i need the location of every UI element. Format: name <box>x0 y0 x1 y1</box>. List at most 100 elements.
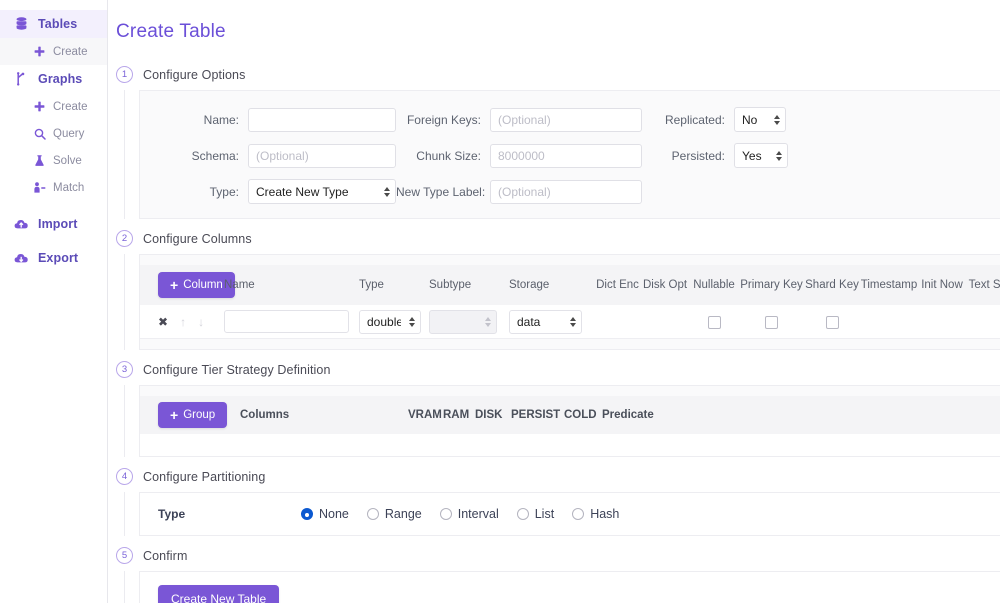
partitioning-type-label: Type <box>158 507 301 521</box>
sidebar: Tables Create Graphs <box>0 0 108 603</box>
step-configure-partitioning: 4 Configure Partitioning Type None <box>108 457 1000 536</box>
radio-indicator[interactable] <box>517 508 529 520</box>
tier-header-columns: Columns <box>228 409 408 421</box>
column-storage-select[interactable]: data <box>509 310 582 334</box>
step-configure-columns: 2 Configure Columns + Column N <box>108 219 1000 350</box>
name-input[interactable] <box>248 108 396 132</box>
sidebar-item-label: Create <box>53 46 88 58</box>
confirm-body: Create New Table <box>140 572 1000 603</box>
partitioning-option-hash[interactable]: Hash <box>572 507 619 521</box>
sidebar-item-label: Create <box>53 101 88 113</box>
column-primary-key-cell <box>739 314 804 329</box>
sidebar-item-tables[interactable]: Tables <box>0 10 107 38</box>
columns-panel: + Column Name Type Subtype Storage Dict … <box>139 254 1000 350</box>
graph-icon <box>14 72 29 87</box>
step-number: 4 <box>116 468 133 485</box>
step-configure-tier-strategy: 3 Configure Tier Strategy Definition + G… <box>108 350 1000 457</box>
move-up-icon[interactable]: ↑ <box>180 316 186 328</box>
sidebar-item-import[interactable]: Import <box>0 210 107 238</box>
name-label: Name: <box>140 113 248 127</box>
radio-indicator[interactable] <box>572 508 584 520</box>
column-header-disk-opt: Disk Opt <box>641 279 689 291</box>
primary-key-checkbox[interactable] <box>765 316 778 329</box>
add-group-button[interactable]: + Group <box>158 402 227 428</box>
options-grid: Name: Foreign Keys: Replicated: No <box>140 105 1000 204</box>
step-header: 4 Configure Partitioning <box>108 457 1000 492</box>
partitioning-radio-group: None Range Interval <box>301 507 619 521</box>
chunk-size-label: Chunk Size: <box>396 149 490 163</box>
step-body: Name: Foreign Keys: Replicated: No <box>124 90 1000 219</box>
type-select[interactable]: Create New Type <box>248 179 396 204</box>
sidebar-item-tables-create[interactable]: Create <box>0 38 107 65</box>
sidebar-item-label: Export <box>38 251 78 265</box>
tier-strategy-empty-rows <box>140 434 1000 456</box>
app-root: Tables Create Graphs <box>0 0 1000 603</box>
foreign-keys-input[interactable] <box>490 108 642 132</box>
chunk-size-input[interactable] <box>490 144 642 168</box>
move-down-icon[interactable]: ↓ <box>198 316 204 328</box>
replicated-label: Replicated: <box>642 113 734 127</box>
main-content: Create Table 1 Configure Options Name: F… <box>108 0 1000 603</box>
sidebar-item-export[interactable]: Export <box>0 244 107 272</box>
delete-column-icon[interactable]: ✖ <box>158 316 168 328</box>
radio-indicator[interactable] <box>301 508 313 520</box>
sidebar-item-graphs-create[interactable]: Create <box>0 93 107 120</box>
new-type-label-input[interactable] <box>490 180 642 204</box>
foreign-keys-label: Foreign Keys: <box>396 113 490 127</box>
column-header-dict-enc: Dict Enc <box>594 279 641 291</box>
column-shard-key-cell <box>804 314 860 329</box>
step-body: + Group Columns VRAM RAM DISK PERSIST CO… <box>124 385 1000 457</box>
sidebar-item-solve[interactable]: Solve <box>0 147 107 174</box>
column-header-nullable: Nullable <box>689 279 739 291</box>
step-configure-options: 1 Configure Options Name: Foreign Keys: … <box>108 55 1000 219</box>
schema-input[interactable] <box>248 144 396 168</box>
replicated-select[interactable]: No <box>734 107 786 132</box>
tier-header-persist: PERSIST <box>511 409 564 421</box>
step-title: Configure Tier Strategy Definition <box>143 363 331 377</box>
column-header-subtype: Subtype <box>429 279 509 291</box>
persisted-label: Persisted: <box>642 149 734 163</box>
step-title: Configure Columns <box>143 232 252 246</box>
create-new-table-button[interactable]: Create New Table <box>158 585 279 603</box>
column-name-input[interactable] <box>224 310 349 333</box>
plus-icon: + <box>170 408 178 422</box>
column-type-select[interactable]: double <box>359 310 421 334</box>
partitioning-option-range[interactable]: Range <box>367 507 422 521</box>
sidebar-item-graphs[interactable]: Graphs <box>0 65 107 93</box>
sidebar-item-query[interactable]: Query <box>0 120 107 147</box>
shard-key-checkbox[interactable] <box>826 316 839 329</box>
column-header-name: Name <box>224 279 359 291</box>
sidebar-item-match[interactable]: Match <box>0 174 107 201</box>
type-select-wrap: Create New Type <box>248 179 396 204</box>
step-number: 2 <box>116 230 133 247</box>
partitioning-type-row: Type None Range <box>140 493 1000 535</box>
persisted-select[interactable]: Yes <box>734 143 788 168</box>
cloud-download-icon <box>14 251 29 266</box>
step-body: + Column Name Type Subtype Storage Dict … <box>124 254 1000 350</box>
tier-header-ram: RAM <box>443 409 475 421</box>
partitioning-option-none[interactable]: None <box>301 507 349 521</box>
partitioning-option-interval[interactable]: Interval <box>440 507 499 521</box>
confirm-panel: Create New Table <box>139 571 1000 603</box>
radio-label: Hash <box>590 507 619 521</box>
sidebar-item-label: Import <box>38 217 78 231</box>
sidebar-item-label: Tables <box>38 17 77 31</box>
column-header-primary-key: Primary Key <box>739 279 804 291</box>
radio-label: Interval <box>458 507 499 521</box>
column-header-text-search: Text Search <box>966 279 1000 291</box>
partitioning-option-list[interactable]: List <box>517 507 554 521</box>
column-type-select-wrap: double <box>359 310 421 334</box>
persisted-select-wrap: Yes <box>734 143 788 168</box>
nullable-checkbox[interactable] <box>708 316 721 329</box>
step-number: 5 <box>116 547 133 564</box>
column-nullable-cell <box>689 314 739 329</box>
column-subtype-select[interactable] <box>429 310 497 334</box>
new-type-label-label: New Type Label: <box>396 185 490 199</box>
radio-indicator[interactable] <box>367 508 379 520</box>
step-number: 1 <box>116 66 133 83</box>
column-header-timestamp: Timestamp <box>860 279 918 291</box>
database-icon <box>14 17 29 32</box>
match-icon <box>33 181 46 194</box>
radio-indicator[interactable] <box>440 508 452 520</box>
tier-header-cold: COLD <box>564 409 602 421</box>
